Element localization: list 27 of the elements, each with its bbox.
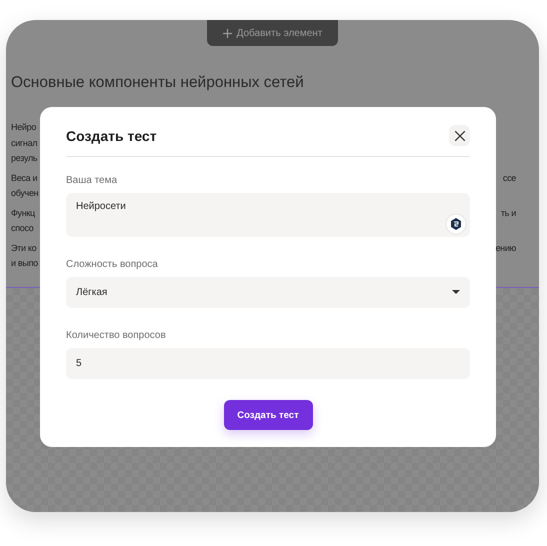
paragraph-text: Нейро xyxy=(11,121,36,134)
add-element-button[interactable]: Добавить элемент xyxy=(207,20,338,46)
dialog-title: Создать тест xyxy=(66,128,157,144)
count-field[interactable]: 5 xyxy=(66,348,470,379)
close-icon xyxy=(454,130,464,140)
paragraph-text: Эти ко xyxy=(11,242,36,254)
topic-field[interactable]: Нейросети xyxy=(66,193,470,237)
paragraph-text: Функц xyxy=(11,206,35,220)
paragraph-text: сигнал xyxy=(11,136,38,150)
close-button[interactable] xyxy=(449,125,470,146)
paragraph-text: спосо xyxy=(11,222,34,235)
paragraph-text: обучен xyxy=(11,187,38,200)
paragraph-text: резуль xyxy=(11,152,38,165)
plus-icon xyxy=(222,28,232,38)
assistant-icon[interactable] xyxy=(445,213,467,235)
field-label: Сложность вопроса xyxy=(66,259,159,270)
caret-icon xyxy=(452,290,460,295)
paragraph-text: ть и xyxy=(500,206,516,220)
paragraph-text: ссе xyxy=(502,172,516,184)
paragraph-text: Веса и xyxy=(11,172,38,184)
difficulty-select[interactable]: Лёгкая xyxy=(66,277,470,308)
field-label: Ваша тема xyxy=(66,175,118,186)
paragraph-text: и выпо xyxy=(11,257,38,270)
field-label: Количество вопросов xyxy=(66,330,167,341)
section-heading: Основные компоненты нейронных сетей xyxy=(11,74,305,92)
create-test-button[interactable]: Создать тест xyxy=(224,400,312,430)
paragraph-text: ению xyxy=(495,242,516,254)
